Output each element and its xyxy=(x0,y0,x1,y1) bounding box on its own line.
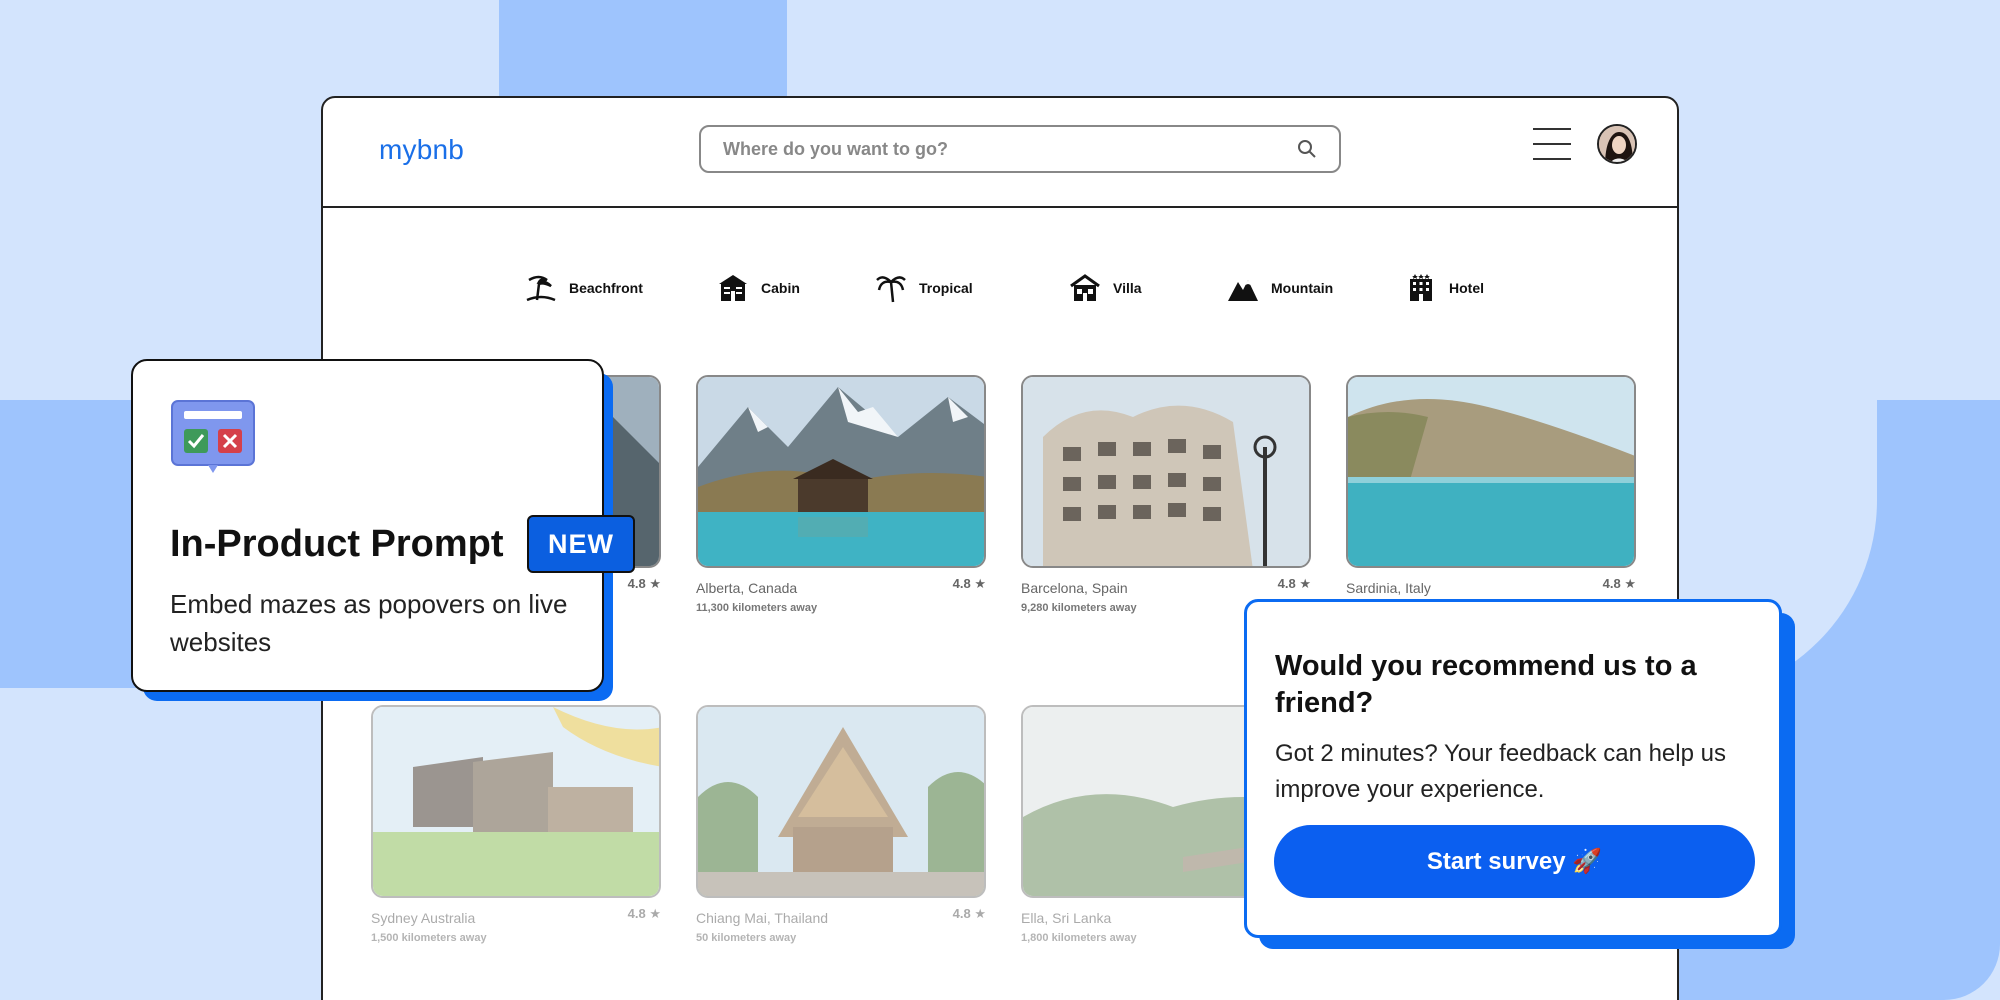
listing-image[interactable] xyxy=(371,705,661,898)
site-logo[interactable]: mybnb xyxy=(379,134,464,166)
site-header: mybnb Where do you want to go? xyxy=(323,98,1677,208)
listing-card[interactable]: Chiang Mai, Thailand 50 kilometers away … xyxy=(696,705,986,954)
category-label: Beachfront xyxy=(569,280,643,296)
listing-card[interactable]: Sydney Australia 1,500 kilometers away 4… xyxy=(371,705,661,954)
search-input[interactable]: Where do you want to go? xyxy=(723,139,1297,160)
listing-meta: Alberta, Canada 11,300 kilometers away 4… xyxy=(696,576,986,624)
listing-image[interactable] xyxy=(696,705,986,898)
listing-title[interactable]: Chiang Mai, Thailand xyxy=(696,910,828,926)
category-villa[interactable]: Villa xyxy=(1069,270,1142,306)
popover-survey-icon xyxy=(171,400,255,473)
prompt-description: Embed mazes as popovers on live websites xyxy=(170,589,568,657)
listing-distance: 11,300 kilometers away xyxy=(696,602,818,614)
category-bar: Beachfront Cabin Tropical Villa Mountain… xyxy=(323,270,1677,310)
listing-image[interactable] xyxy=(1021,375,1311,568)
listing-title[interactable]: Alberta, Canada xyxy=(696,580,797,596)
category-mountain[interactable]: Mountain xyxy=(1227,270,1333,306)
listing-distance: 1,500 kilometers away xyxy=(371,932,487,944)
prompt-title: In-Product Prompt xyxy=(170,523,504,565)
hotel-icon xyxy=(1410,274,1432,301)
listing-rating: 4.8 ★ xyxy=(952,906,986,921)
listing-title[interactable]: Ella, Sri Lanka xyxy=(1021,910,1111,926)
decor-block-top xyxy=(499,0,787,97)
start-survey-button[interactable]: Start survey 🚀 xyxy=(1274,825,1755,898)
listing-image[interactable] xyxy=(696,375,986,568)
listing-rating: 4.8 ★ xyxy=(952,576,986,591)
category-label: Tropical xyxy=(919,280,973,296)
category-label: Cabin xyxy=(761,280,800,296)
search-icon[interactable] xyxy=(1297,139,1317,159)
beachfront-icon xyxy=(526,275,556,302)
new-badge: NEW xyxy=(527,515,635,573)
listing-distance: 1,800 kilometers away xyxy=(1021,932,1137,944)
listing-meta: Chiang Mai, Thailand 50 kilometers away … xyxy=(696,906,986,954)
survey-title: Would you recommend us to a friend? xyxy=(1275,650,1697,719)
listing-meta: Sydney Australia 1,500 kilometers away 4… xyxy=(371,906,661,954)
listing-title[interactable]: Barcelona, Spain xyxy=(1021,580,1128,596)
category-beachfront[interactable]: Beachfront xyxy=(525,270,643,306)
category-label: Mountain xyxy=(1271,280,1334,296)
listing-distance: 50 kilometers away xyxy=(696,932,797,944)
user-avatar[interactable] xyxy=(1597,124,1637,164)
villa-icon xyxy=(1070,274,1100,301)
listing-card[interactable]: Alberta, Canada 11,300 kilometers away 4… xyxy=(696,375,986,624)
listing-rating: 4.8 ★ xyxy=(627,906,661,921)
search-bar[interactable]: Where do you want to go? xyxy=(699,125,1341,173)
mountain-icon xyxy=(1228,280,1258,301)
listing-title[interactable]: Sardinia, Italy xyxy=(1346,580,1431,596)
category-tropical[interactable]: Tropical xyxy=(875,270,973,306)
category-hotel[interactable]: Hotel xyxy=(1405,270,1484,306)
listing-rating: 4.8 ★ xyxy=(627,576,661,591)
listing-card[interactable]: Sardinia, Italy 4.8 ★ xyxy=(1346,375,1636,624)
hamburger-menu-icon[interactable] xyxy=(1533,128,1571,160)
listing-image[interactable] xyxy=(1346,375,1636,568)
survey-card: Would you recommend us to a friend? Got … xyxy=(1244,599,1782,938)
listing-rating: 4.8 ★ xyxy=(1277,576,1311,591)
listing-title[interactable]: Sydney Australia xyxy=(371,910,475,926)
palm-tree-icon xyxy=(876,276,906,303)
decor-block-left xyxy=(0,400,140,688)
category-label: Villa xyxy=(1113,280,1142,296)
listing-rating: 4.8 ★ xyxy=(1602,576,1636,591)
survey-description: Got 2 minutes? Your feedback can help us… xyxy=(1275,740,1726,803)
cabin-icon xyxy=(719,275,747,301)
category-label: Hotel xyxy=(1449,280,1484,296)
listing-distance: 9,280 kilometers away xyxy=(1021,602,1137,614)
listing-card[interactable]: Barcelona, Spain 9,280 kilometers away 4… xyxy=(1021,375,1311,624)
category-cabin[interactable]: Cabin xyxy=(717,270,800,306)
